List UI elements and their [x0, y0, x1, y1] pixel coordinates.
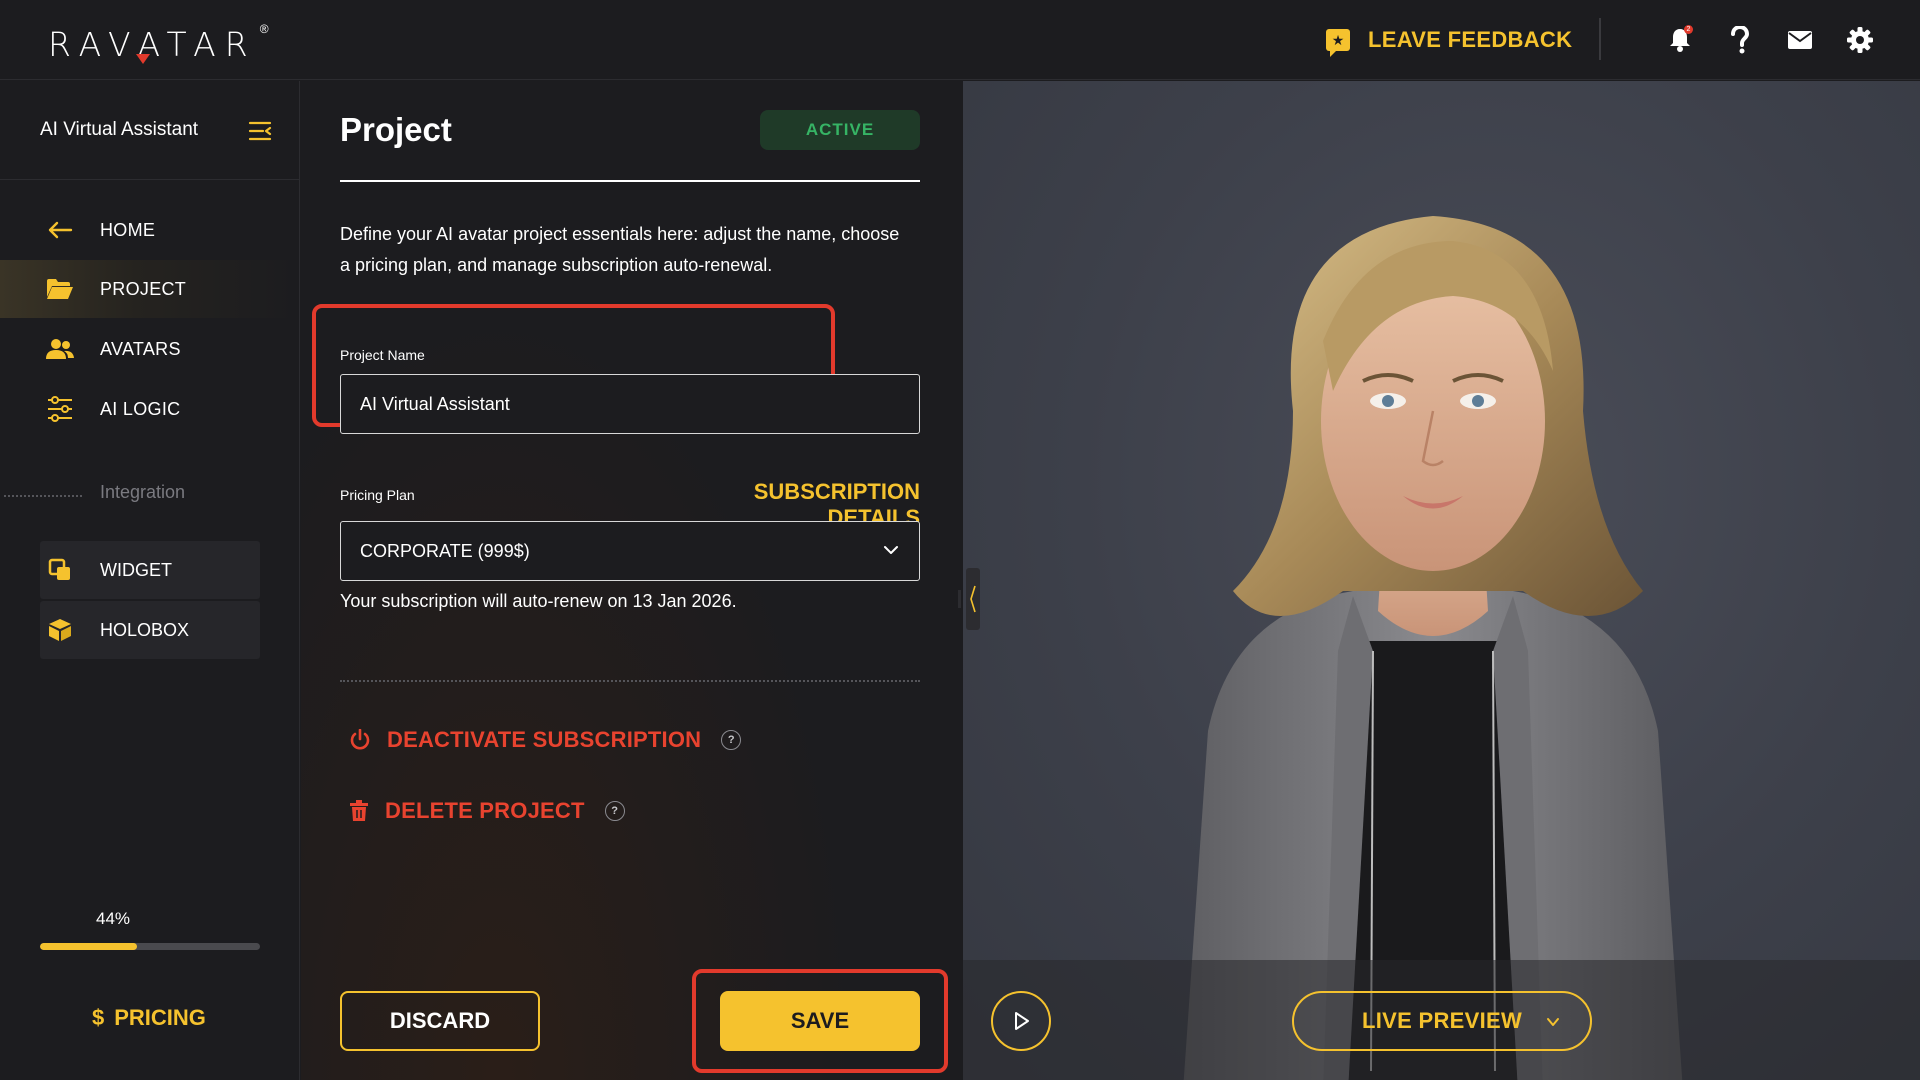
discard-button[interactable]: DISCARD	[340, 991, 540, 1051]
save-button[interactable]: SAVE	[720, 991, 920, 1051]
delete-help-icon[interactable]: ?	[604, 801, 625, 821]
arrow-left-icon	[46, 216, 74, 244]
settings-button[interactable]	[1844, 24, 1876, 56]
deactivate-subscription-label: DEACTIVATE SUBSCRIPTION	[387, 727, 702, 752]
folder-open-icon	[46, 275, 74, 303]
section-divider	[340, 680, 920, 682]
auto-renew-notice: Your subscription will auto-renew on 13 …	[340, 591, 737, 611]
integration-section-label: Integration	[100, 482, 186, 502]
avatar-image	[1183, 216, 1683, 1080]
sidebar-item-holobox[interactable]: HOLOBOX	[40, 601, 260, 659]
sidebar-item-avatars[interactable]: AVATARS	[0, 320, 299, 378]
project-name-input[interactable]: AI Virtual Assistant	[340, 374, 920, 434]
sidebar-item-label: WIDGET	[100, 560, 172, 580]
sidebar-item-label: PROJECT	[100, 278, 187, 299]
help-button[interactable]	[1724, 24, 1756, 56]
sidebar-item-label: HOLOBOX	[100, 620, 190, 640]
project-name-value: AI Virtual Assistant	[360, 393, 510, 414]
project-name-label: Project Name	[340, 347, 425, 363]
sidebar-project-name: AI Virtual Assistant	[40, 119, 199, 140]
chevron-left-icon	[970, 585, 976, 613]
deactivate-subscription-button[interactable]: DEACTIVATE SUBSCRIPTION ?	[349, 727, 742, 753]
setup-progress-bar	[40, 943, 260, 950]
pricing-plan-value: CORPORATE (999$)	[360, 540, 530, 561]
sidebar: AI Virtual Assistant HOME PROJECT AVATAR…	[0, 81, 300, 1080]
progress-percent-label: 44%	[96, 909, 131, 928]
section-divider	[4, 495, 82, 497]
sidebar-item-home[interactable]: HOME	[0, 201, 299, 259]
box-icon	[46, 616, 74, 644]
project-panel: Project ACTIVE Define your AI avatar pro…	[301, 81, 961, 1080]
logo-registered-mark: ®	[259, 22, 269, 36]
live-preview-label: LIVE PREVIEW	[1361, 1008, 1523, 1033]
delete-project-button[interactable]: DELETE PROJECT ?	[349, 798, 625, 824]
panel-collapse-handle[interactable]	[958, 568, 980, 630]
power-icon	[350, 729, 370, 750]
messages-button[interactable]	[1784, 24, 1816, 56]
leave-feedback-button[interactable]: ★ LEAVE FEEDBACK	[1326, 20, 1572, 60]
sidebar-item-widget[interactable]: WIDGET	[40, 541, 260, 599]
pricing-link[interactable]: $ PRICING	[92, 1005, 206, 1031]
delete-project-label: DELETE PROJECT	[385, 798, 585, 823]
logo-triangle-mark	[136, 54, 150, 64]
logo-text: RAVATAR	[48, 24, 257, 64]
ravatar-logo[interactable]: RAVATAR ®	[48, 18, 269, 70]
widget-icon	[46, 556, 74, 584]
status-badge: ACTIVE	[760, 110, 920, 150]
top-bar-divider	[1599, 18, 1601, 60]
page-title: Project	[340, 111, 452, 148]
users-icon	[46, 335, 74, 363]
sliders-icon	[46, 395, 74, 423]
page-description: Define your AI avatar project essentials…	[340, 224, 900, 275]
notification-badge: 2	[1684, 25, 1693, 34]
progress-fill	[40, 943, 137, 950]
sidebar-item-ai-logic[interactable]: AI LOGIC	[0, 380, 299, 438]
avatar-preview-area: LIVE PREVIEW	[961, 81, 1920, 1080]
title-divider	[340, 180, 920, 182]
pricing-label: PRICING	[114, 1005, 206, 1030]
dollar-icon: $	[92, 1005, 105, 1030]
sidebar-item-label: HOME	[100, 219, 156, 240]
sidebar-header: AI Virtual Assistant	[0, 81, 299, 180]
trash-icon	[350, 800, 368, 821]
collapse-menu-icon[interactable]	[246, 117, 274, 145]
play-button[interactable]	[991, 991, 1051, 1051]
notifications-button[interactable]: 2	[1664, 24, 1696, 56]
sidebar-item-label: AI LOGIC	[100, 398, 181, 419]
pricing-plan-label: Pricing Plan	[340, 487, 415, 503]
help-icon	[1731, 26, 1750, 54]
live-preview-button[interactable]: LIVE PREVIEW	[1292, 991, 1592, 1051]
chevron-down-icon[interactable]	[1546, 1015, 1560, 1029]
mail-icon	[1788, 31, 1812, 49]
play-icon	[1015, 1012, 1029, 1030]
pricing-plan-select[interactable]: CORPORATE (999$)	[340, 521, 920, 581]
feedback-star-icon: ★	[1326, 29, 1350, 57]
top-bar: RAVATAR ® ★ LEAVE FEEDBACK 2	[0, 0, 1920, 80]
chevron-down-icon	[884, 546, 898, 554]
deactivate-help-icon[interactable]: ?	[721, 730, 742, 750]
settings-icon	[1847, 27, 1873, 53]
sidebar-item-project[interactable]: PROJECT	[0, 260, 299, 318]
sidebar-item-label: AVATARS	[100, 338, 181, 359]
leave-feedback-label: LEAVE FEEDBACK	[1368, 27, 1573, 52]
